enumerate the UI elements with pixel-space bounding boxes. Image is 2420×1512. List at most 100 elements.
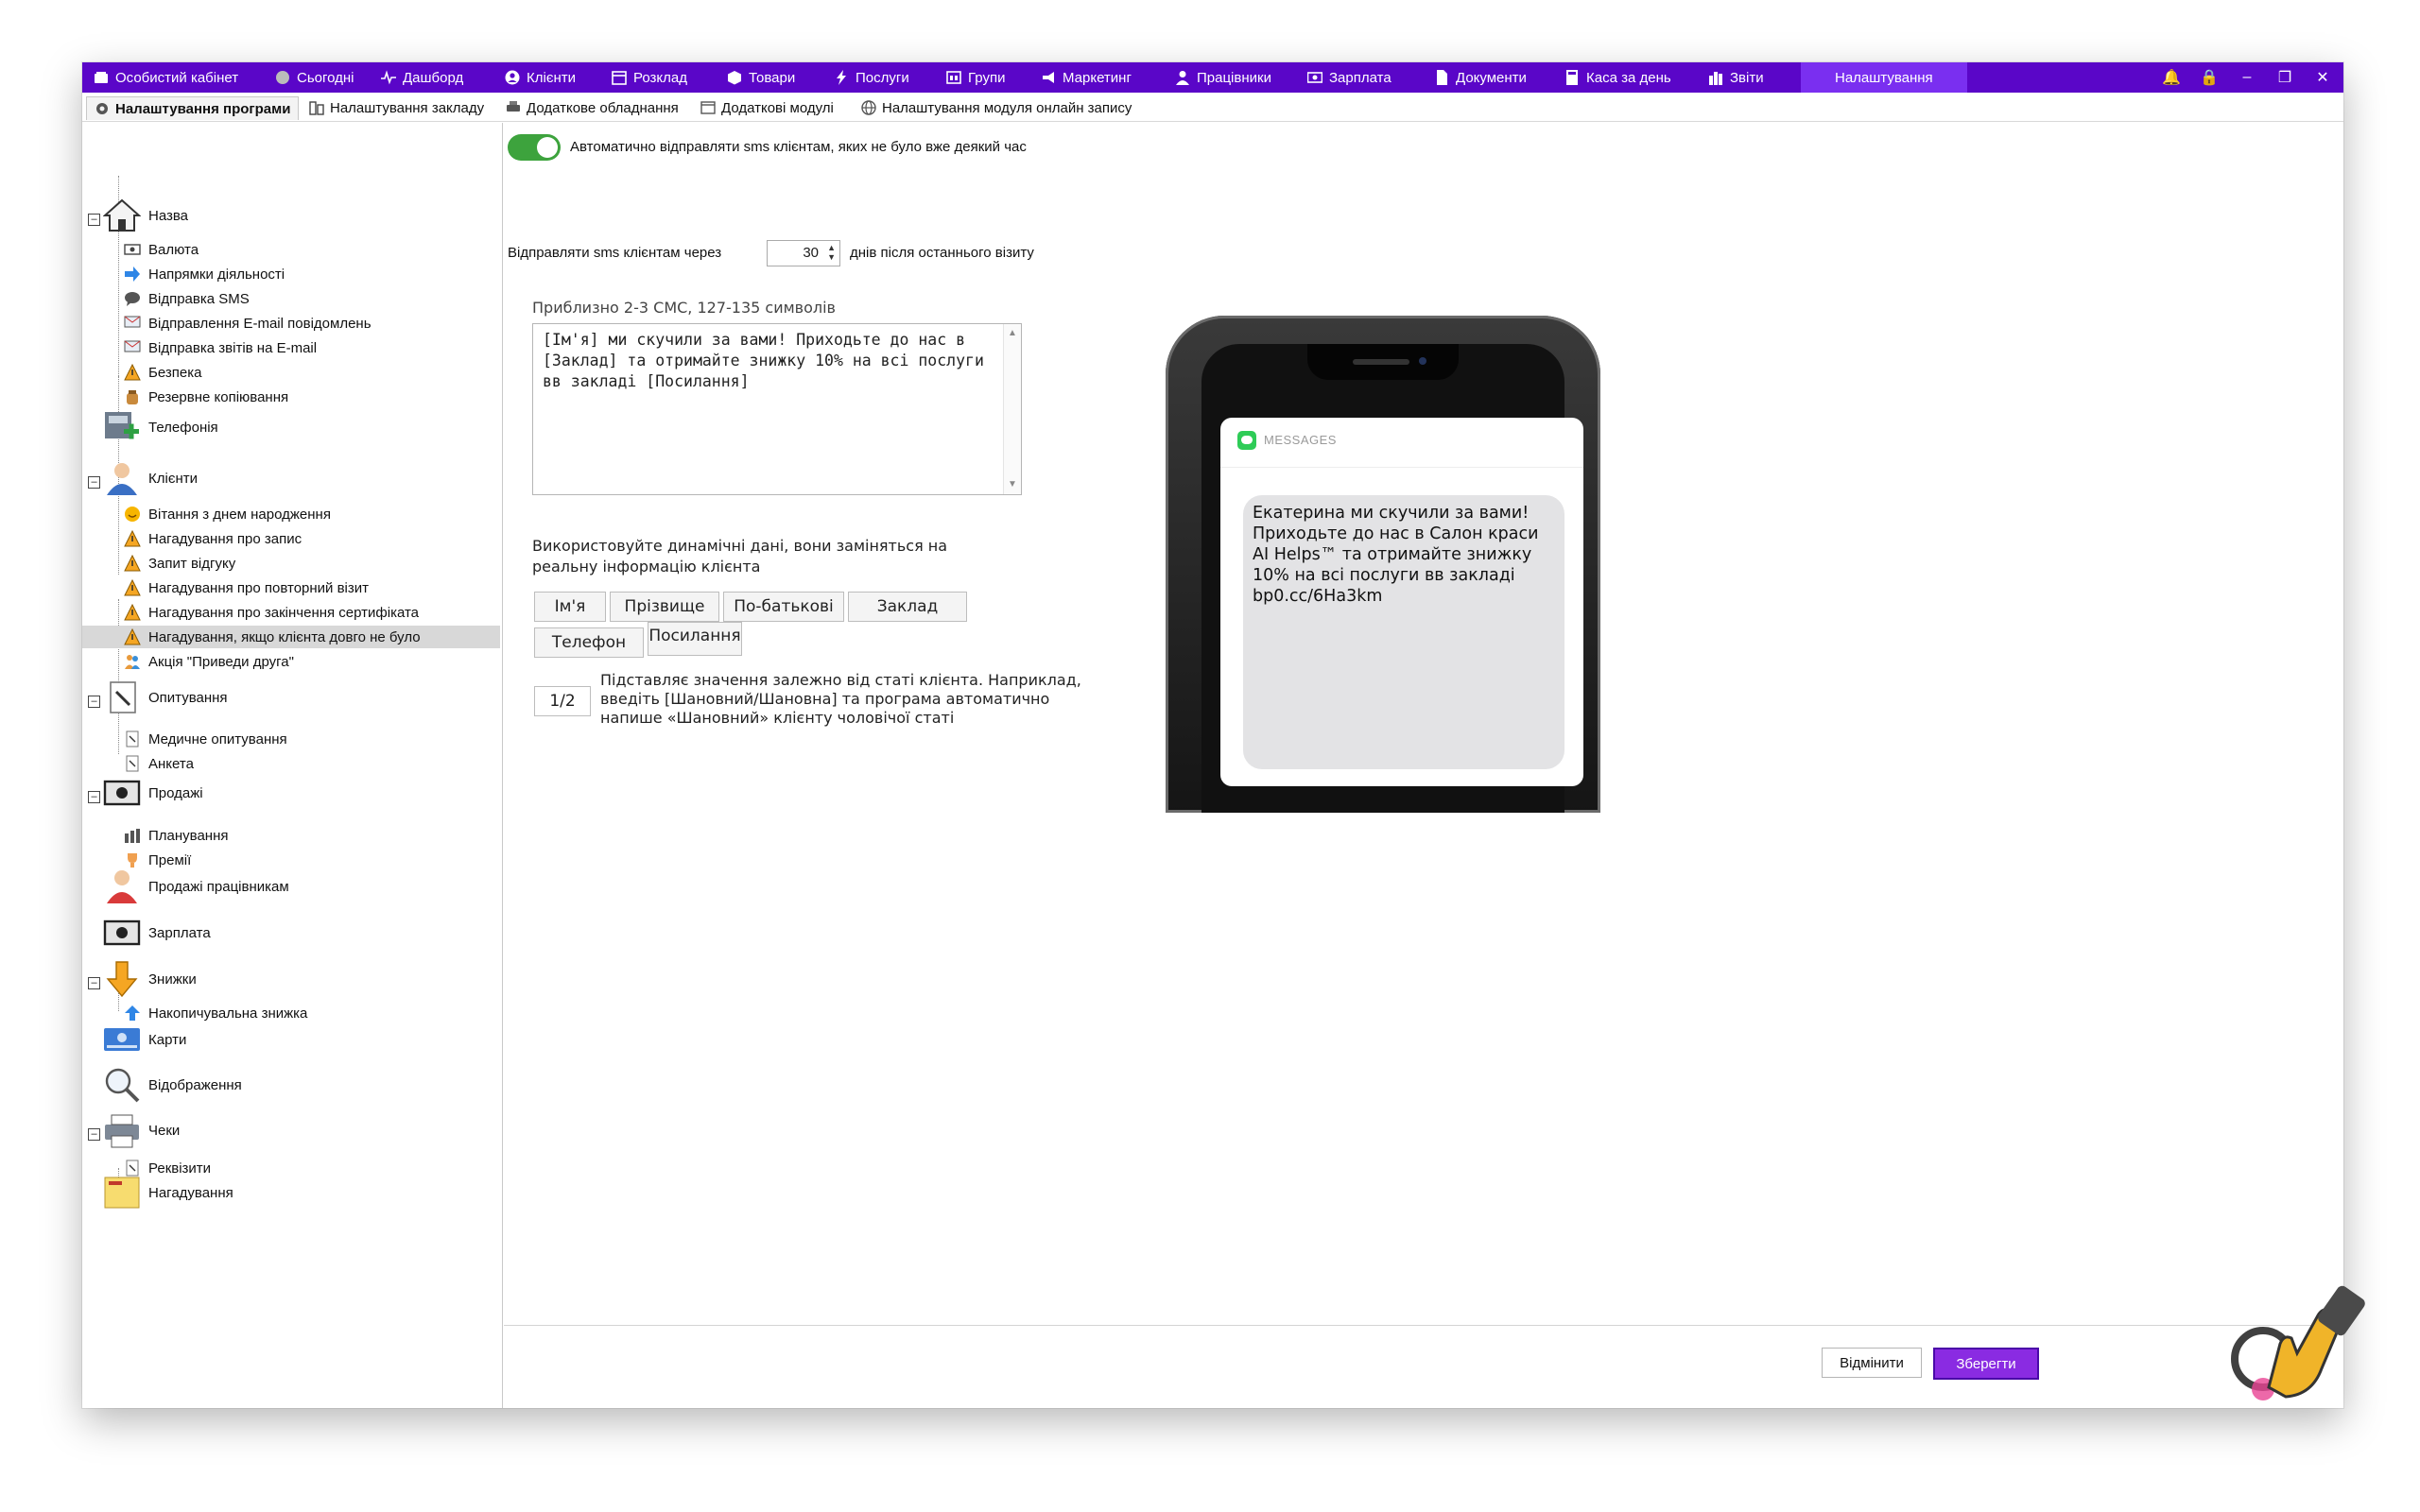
tree-item-employee-sales[interactable]: Продажі працівникам	[103, 870, 289, 903]
tree-item-birthday[interactable]: Вітання з днем народження	[124, 503, 331, 525]
tree-item-telephony[interactable]: Телефонія	[103, 412, 218, 439]
warning-icon	[124, 579, 141, 596]
close-icon[interactable]: ✕	[2309, 62, 2336, 93]
message-scrollbar[interactable]: ▲ ▼	[1003, 324, 1021, 494]
pointer-hand-icon	[2231, 1285, 2365, 1400]
tree-item-name[interactable]: Назва	[103, 198, 188, 232]
tree-label: Нагадування про запис	[148, 530, 302, 547]
arrow-up-icon	[125, 1005, 140, 1021]
tree-item-long-absence[interactable]: Нагадування, якщо клієнта довго не було	[82, 626, 500, 648]
tree-item-display[interactable]: Відображення	[103, 1068, 242, 1103]
tree-item-repeat-visit[interactable]: Нагадування про повторний візит	[124, 576, 369, 599]
tag-patronymic-button[interactable]: По-батькові	[723, 592, 844, 622]
tree-item-directions[interactable]: Напрямки діяльності	[124, 263, 285, 285]
message-template-input[interactable]: [Ім'я] ми скучили за вами! Приходьте до …	[541, 328, 993, 490]
save-button[interactable]: Зберегти	[1933, 1348, 2039, 1380]
menu-personal-cabinet[interactable]: Особистий кабінет	[94, 62, 238, 93]
expander-sales[interactable]: –	[88, 791, 100, 803]
tree-label: Планування	[148, 827, 229, 844]
menu-reports[interactable]: Звіти	[1708, 62, 1764, 93]
tag-last-name-button[interactable]: Прізвище	[610, 592, 719, 622]
tree-label: Нагадування	[148, 1184, 233, 1201]
tree-item-cards[interactable]: Карти	[103, 1028, 186, 1051]
tree-item-salary[interactable]: Зарплата	[103, 919, 211, 946]
tree-item-bring-friend[interactable]: Акція "Приведи друга"	[124, 650, 294, 673]
spinner-arrows-icon[interactable]: ▲ ▼	[827, 243, 836, 262]
tag-phone-button[interactable]: Телефон	[534, 627, 644, 658]
tree-label: Напрямки діяльності	[148, 266, 285, 283]
tree-item-appointment-reminder[interactable]: Нагадування про запис	[124, 527, 302, 550]
survey-icon	[126, 730, 139, 747]
expander-surveys[interactable]: –	[88, 696, 100, 708]
cancel-button[interactable]: Відмінити	[1822, 1348, 1922, 1378]
menu-label: Дашборд	[403, 69, 464, 86]
bell-icon[interactable]: 🔔	[2158, 62, 2185, 93]
tree-item-email-notifications[interactable]: Відправлення E-mail повідомлень	[124, 312, 372, 335]
window-icon	[700, 101, 716, 114]
tag-first-name-button[interactable]: Ім'я	[534, 592, 606, 622]
minimize-icon[interactable]: –	[2234, 62, 2260, 93]
tag-link-button[interactable]: Посилання	[648, 622, 742, 656]
scroll-up-icon[interactable]: ▲	[1008, 328, 1017, 338]
menu-clients[interactable]: Клієнти	[505, 62, 576, 93]
menu-documents[interactable]: Документи	[1434, 62, 1527, 93]
menu-schedule[interactable]: Розклад	[612, 62, 687, 93]
days-spinner[interactable]: 30 ▲ ▼	[767, 240, 840, 266]
auto-send-toggle[interactable]	[508, 134, 561, 161]
tree-label: Чеки	[148, 1122, 181, 1139]
expander-name[interactable]: –	[88, 214, 100, 226]
bar-chart-icon	[125, 829, 140, 843]
tree-item-backup[interactable]: Резервне копіювання	[124, 386, 288, 408]
tree-item-discounts[interactable]: Знижки	[103, 961, 197, 998]
warning-icon	[124, 530, 141, 547]
lock-icon[interactable]: 🔒	[2196, 62, 2222, 93]
tree-label: Відправка SMS	[148, 290, 250, 307]
tab-program-settings[interactable]: Налаштування програми	[86, 96, 300, 120]
menu-dashboard[interactable]: Дашборд	[381, 62, 463, 93]
menu-employees[interactable]: Працівники	[1175, 62, 1271, 93]
app-name: MESSAGES	[1264, 433, 1337, 447]
tree-item-receipts[interactable]: Чеки	[103, 1114, 181, 1148]
app-window: Особистий кабінет Сьогодні Дашборд Клієн…	[82, 62, 2343, 1408]
scroll-down-icon[interactable]: ▼	[1008, 479, 1017, 490]
tree-item-currency[interactable]: Валюта	[124, 238, 199, 261]
tree-item-sms[interactable]: Відправка SMS	[124, 287, 250, 310]
tree-item-sales[interactable]: Продажі	[103, 780, 203, 806]
trophy-icon	[128, 853, 137, 868]
tree-item-planning[interactable]: Планування	[124, 824, 229, 847]
menu-services[interactable]: Послуги	[834, 62, 909, 93]
expander-discounts[interactable]: –	[88, 977, 100, 989]
menu-groups[interactable]: Групи	[946, 62, 1005, 93]
tab-extra-modules[interactable]: Додаткові модулі	[700, 96, 834, 119]
tree-item-reminders[interactable]: Нагадування	[103, 1177, 233, 1209]
group-icon	[946, 71, 961, 84]
magnifier-icon	[105, 1068, 140, 1103]
tree-item-medical-survey[interactable]: Медичне опитування	[124, 728, 287, 750]
gender-variant-button[interactable]: 1/2	[534, 686, 591, 716]
tab-institution-settings[interactable]: Налаштування закладу	[309, 96, 484, 119]
tab-label: Налаштування закладу	[330, 99, 485, 116]
menu-marketing[interactable]: Маркетинг	[1041, 62, 1132, 93]
house-icon	[103, 198, 141, 232]
menu-salary[interactable]: Зарплата	[1307, 62, 1392, 93]
tree-item-security[interactable]: Безпека	[124, 361, 201, 384]
tree-item-certificate-end[interactable]: Нагадування про закінчення сертифіката	[124, 601, 419, 624]
tree-label: Нагадування, якщо клієнта довго не було	[148, 628, 421, 645]
tab-online-booking[interactable]: Налаштування модуля онлайн запису	[861, 96, 1132, 119]
note-icon	[104, 1177, 140, 1209]
tree-item-cumulative-discount[interactable]: Накопичувальна знижка	[124, 1002, 307, 1024]
menu-settings[interactable]: Налаштування	[1801, 62, 1967, 93]
expander-receipts[interactable]: –	[88, 1128, 100, 1141]
restore-icon[interactable]: ❐	[2272, 62, 2298, 93]
menu-today[interactable]: Сьогодні	[275, 62, 354, 93]
tree-item-questionnaire[interactable]: Анкета	[124, 752, 194, 775]
menu-cash-daily[interactable]: Каса за день	[1564, 62, 1671, 93]
tag-institution-button[interactable]: Заклад	[848, 592, 967, 622]
expander-clients[interactable]: –	[88, 476, 100, 489]
tree-item-feedback-request[interactable]: Запит відгуку	[124, 552, 235, 575]
tree-item-email-reports[interactable]: Відправка звітів на E-mail	[124, 336, 317, 359]
tab-extra-equipment[interactable]: Додаткове обладнання	[506, 96, 679, 119]
tree-item-surveys[interactable]: Опитування	[103, 681, 228, 713]
tree-item-clients[interactable]: Клієнти	[103, 463, 198, 495]
menu-goods[interactable]: Товари	[727, 62, 795, 93]
